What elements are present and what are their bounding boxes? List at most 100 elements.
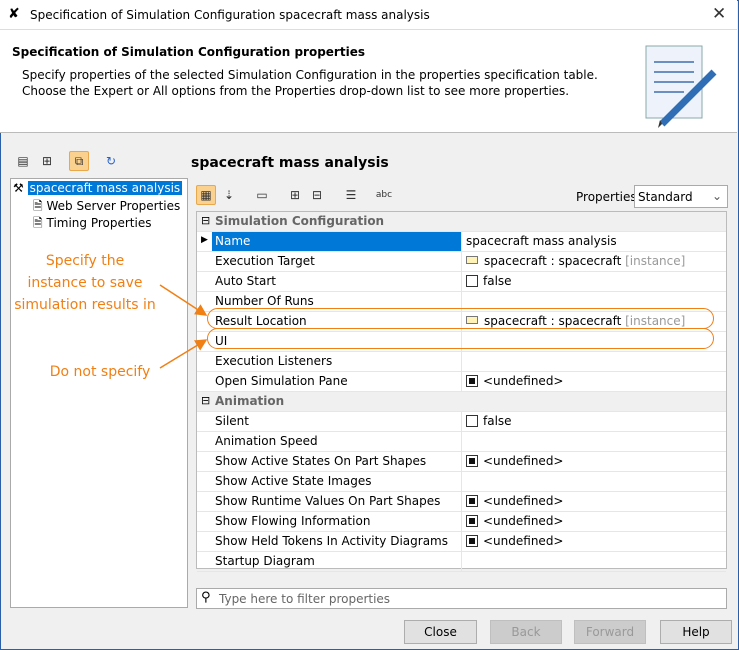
highlight-ui [207,328,714,349]
checkbox-indeterminate[interactable] [466,495,478,507]
property-row[interactable]: Show Held Tokens In Activity Diagrams <un… [197,532,726,552]
instance-tag: [instance] [625,254,686,268]
checkbox-indeterminate[interactable] [466,375,478,387]
tools-icon: ⚒ [13,181,24,195]
filter-input[interactable]: ⚲ Type here to filter properties [196,588,727,609]
property-row[interactable]: Animation Speed [197,432,726,452]
highlight-result-location [207,308,714,329]
property-row[interactable]: Startup Diagram [197,552,726,572]
property-value: <undefined> [483,494,564,508]
property-label: Auto Start [212,272,462,291]
property-label: Show Held Tokens In Activity Diagrams [212,532,462,551]
property-label: Show Active State Images [212,472,462,491]
collapse-icon[interactable]: ⊟ [201,394,210,407]
annotation-specify-instance: Specify the instance to save simulation … [10,250,160,316]
property-value-cell[interactable] [463,432,466,451]
row-pointer-icon: ▶ [201,235,208,245]
header-panel: Specification of Simulation Configuratio… [0,30,737,133]
property-row[interactable]: Execution Target spacecraft : spacecraft … [197,252,726,272]
property-label: Show Flowing Information [212,512,462,531]
property-row[interactable]: Auto Start false [197,272,726,292]
refresh-icon[interactable]: ↻ [101,151,121,171]
property-row[interactable]: Show Runtime Values On Part Shapes <undef… [197,492,726,512]
tree-item-spacecraft-mass-analysis[interactable]: ⚒ spacecraft mass analysis [13,180,183,197]
sort-alpha-icon[interactable]: ⇣ [219,185,239,205]
comment-icon[interactable]: ☰ [341,185,361,205]
forward-button[interactable]: Forward [574,620,646,644]
table-view-icon[interactable]: ▤ [13,151,33,171]
property-row[interactable]: ▶ Name spacecraft mass analysis [197,232,726,252]
chevron-down-icon: ⌄ [711,189,722,203]
checkbox[interactable] [466,415,478,427]
annotation-line: Specify the [45,253,125,269]
property-value: <undefined> [483,454,564,468]
property-value: false [483,414,512,428]
expand-all-icon[interactable]: ⊞ [285,185,305,205]
header-title: Specification of Simulation Configuratio… [12,45,365,59]
title-bar: ✘ Specification of Simulation Configurat… [0,0,737,30]
property-value-cell[interactable]: <undefined> [463,512,563,531]
tree-item-web-server-properties[interactable]: 🗎 Web Server Properties [33,198,180,215]
group-label: Simulation Configuration [215,214,385,228]
annotation-do-not-specify: Do not specify [49,364,151,380]
property-value: spacecraft mass analysis [466,234,617,248]
collapse-icon[interactable]: ⊟ [201,214,210,227]
instance-icon [466,256,478,264]
checkbox-indeterminate[interactable] [466,535,478,547]
property-row[interactable]: Silent false [197,412,726,432]
property-row[interactable]: Open Simulation Pane <undefined> [197,372,726,392]
property-label: Silent [212,412,462,431]
group-header[interactable]: ⊟ Simulation Configuration [197,212,726,232]
property-row[interactable]: Execution Listeners [197,352,726,372]
help-button[interactable]: Help [660,620,732,644]
close-button[interactable]: Close [404,620,477,644]
property-value-cell[interactable]: spacecraft mass analysis [463,232,617,251]
property-label: Name [212,232,462,251]
property-value: spacecraft : spacecraft [484,254,622,268]
property-value-cell[interactable] [463,352,466,371]
property-label: Show Active States On Part Shapes [212,452,462,471]
property-value-cell[interactable]: <undefined> [463,372,563,391]
property-value-cell[interactable]: <undefined> [463,492,563,511]
property-value-cell[interactable]: <undefined> [463,452,563,471]
spelling-icon[interactable]: abc [374,185,394,205]
description-icon[interactable]: ▭ [252,185,272,205]
annotation-line: instance to save [27,275,143,291]
header-description: Specify properties of the selected Simul… [22,68,598,98]
property-value-cell[interactable] [463,552,466,571]
compact-view-icon[interactable]: ⧉ [69,151,89,171]
back-button[interactable]: Back [490,620,562,644]
checkbox-indeterminate[interactable] [466,515,478,527]
collapse-all-icon[interactable]: ⊟ [307,185,327,205]
app-icon: ✘ [8,6,20,22]
element-title: spacecraft mass analysis [191,155,389,171]
categorized-icon[interactable]: ▦ [196,185,216,205]
group-header[interactable]: ⊟ Animation [197,392,726,412]
property-row[interactable]: Show Active State Images [197,472,726,492]
property-value-cell[interactable]: spacecraft : spacecraft [instance] [463,252,685,271]
property-value-cell[interactable]: false [463,412,512,431]
property-value-cell[interactable] [463,472,466,491]
properties-select[interactable]: Standard ⌄ [634,185,728,208]
properties-label: Properties: [576,190,641,204]
property-row[interactable]: Show Flowing Information <undefined> [197,512,726,532]
property-value-cell[interactable]: false [463,272,512,291]
page-icon: 🗎 [33,199,43,213]
tree-view-icon[interactable]: ⊞ [37,151,57,171]
property-value-cell[interactable]: <undefined> [463,532,563,551]
tree-item-timing-properties[interactable]: 🗎 Timing Properties [33,215,151,232]
checkbox[interactable] [466,275,478,287]
property-row[interactable]: Show Active States On Part Shapes <undefi… [197,452,726,472]
property-label: Animation Speed [212,432,462,451]
search-icon: ⚲ [201,590,211,605]
close-window-icon[interactable]: ✕ [712,4,726,24]
filter-placeholder: Type here to filter properties [219,592,391,606]
property-value: <undefined> [483,534,564,548]
annotation-line: simulation results in [14,297,156,313]
checkbox-indeterminate[interactable] [466,455,478,467]
property-label: Execution Target [212,252,462,271]
properties-grid: ⊟ Simulation Configuration ▶ Name spacecraft… [196,211,727,572]
property-label: Show Runtime Values On Part Shapes [212,492,462,511]
property-label: Open Simulation Pane [212,372,462,391]
property-value: false [483,274,512,288]
